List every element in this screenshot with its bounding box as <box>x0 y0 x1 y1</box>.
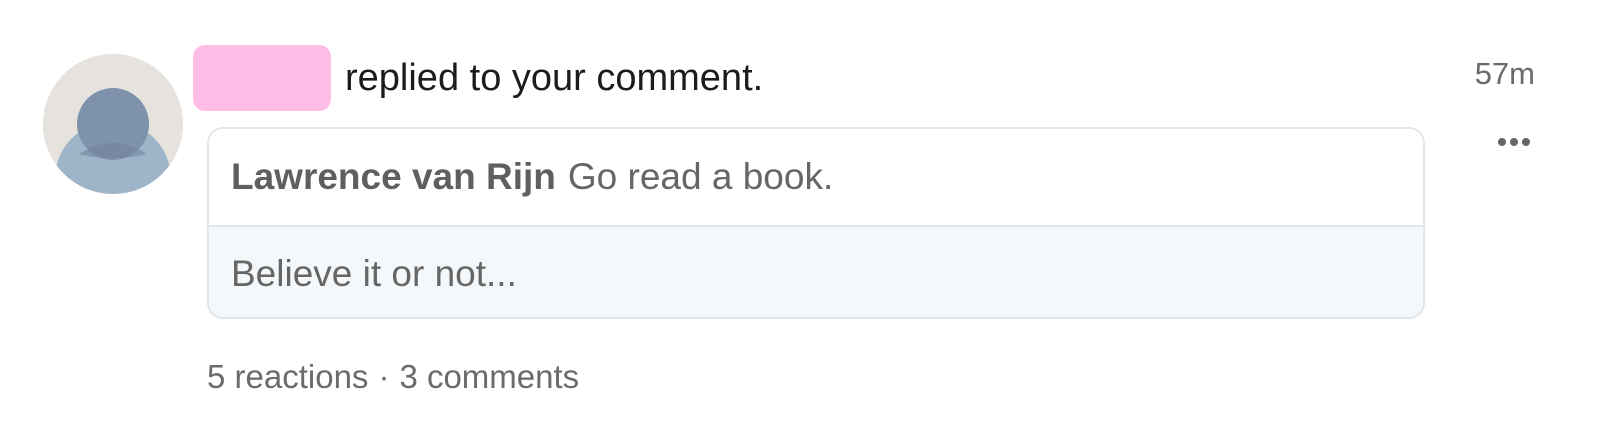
notification-item[interactable]: replied to your comment. 57m Lawrence va… <box>0 0 1613 442</box>
reactions-count[interactable]: 5 reactions <box>207 358 368 395</box>
ellipsis-icon <box>1498 138 1506 146</box>
comment-author[interactable]: Lawrence van Rijn <box>231 156 556 198</box>
engagement-stats: 5 reactions · 3 comments <box>207 358 579 396</box>
avatar[interactable] <box>43 54 183 194</box>
comments-count[interactable]: 3 comments <box>399 358 579 395</box>
original-comment: Lawrence van Rijn Go read a book. <box>209 129 1423 227</box>
reply-text: Believe it or not... <box>231 253 517 294</box>
timestamp: 57m <box>1474 56 1535 91</box>
reply-comment: Believe it or not... <box>209 227 1423 317</box>
stats-separator: · <box>378 358 390 395</box>
notification-headline: replied to your comment. <box>193 44 763 112</box>
redacted-user-name[interactable] <box>193 45 331 111</box>
ellipsis-icon <box>1510 138 1518 146</box>
comment-text: Go read a book. <box>567 156 834 197</box>
ellipsis-icon <box>1522 138 1530 146</box>
default-user-avatar-icon <box>43 54 183 194</box>
comment-preview-card[interactable]: Lawrence van Rijn Go read a book. Believ… <box>207 127 1425 319</box>
more-options-button[interactable] <box>1486 128 1542 156</box>
notification-message: replied to your comment. <box>345 56 764 99</box>
